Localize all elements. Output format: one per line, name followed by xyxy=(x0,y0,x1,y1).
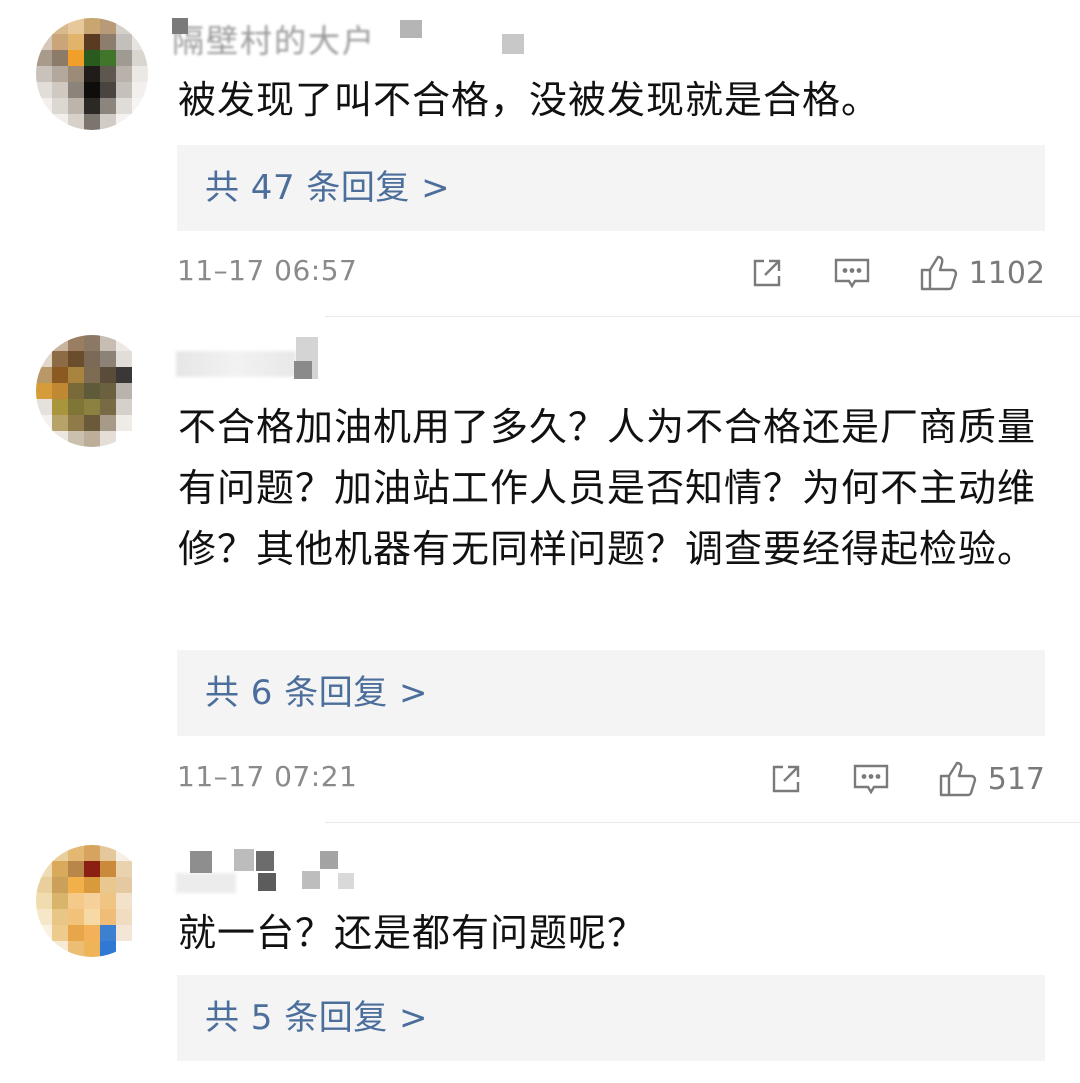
thumbs-up-icon xyxy=(920,255,957,291)
comment-text: 就一台？还是都有问题呢？ xyxy=(178,911,647,955)
thumbs-up-icon xyxy=(939,761,976,797)
view-replies-button[interactable]: 共 5 条回复 > xyxy=(177,975,1045,1061)
comment-meta: 11–17 07:21 517 xyxy=(177,754,1045,804)
timestamp: 11–17 07:21 xyxy=(177,760,358,793)
comment-button[interactable] xyxy=(833,255,871,291)
username-text: 隔壁村的大户 xyxy=(172,22,377,60)
replies-label: 共 5 条回复 > xyxy=(205,998,429,1038)
comment-item: 隔壁村的大户 被发现了叫不合格，没被发现就是合格。 共 47 条回复 > 11–… xyxy=(0,0,1080,317)
view-replies-button[interactable]: 共 47 条回复 > xyxy=(177,145,1045,231)
comment-meta: 11–17 06:57 1102 xyxy=(177,248,1045,298)
replies-label: 共 6 条回复 > xyxy=(205,673,429,713)
username[interactable]: 隔壁村的大户 xyxy=(172,18,524,60)
comment-actions: 1102 xyxy=(749,248,1045,298)
comment-button[interactable] xyxy=(852,761,890,797)
replies-label: 共 47 条回复 > xyxy=(205,168,451,208)
username[interactable] xyxy=(176,847,366,893)
comment-text: 被发现了叫不合格，没被发现就是合格。 xyxy=(178,78,881,122)
comment-actions: 517 xyxy=(768,754,1045,804)
like-count: 1102 xyxy=(968,255,1045,291)
avatar[interactable] xyxy=(36,335,148,447)
share-icon xyxy=(753,259,780,287)
like-count: 517 xyxy=(987,761,1045,797)
comment-item: 不合格加油机用了多久？人为不合格还是厂商质量有问题？加油站工作人员是否知情？为何… xyxy=(0,317,1080,823)
share-icon xyxy=(772,765,799,793)
share-button[interactable] xyxy=(768,761,804,797)
timestamp: 11–17 06:57 xyxy=(177,254,358,287)
like-button[interactable]: 517 xyxy=(938,760,1045,798)
view-replies-button[interactable]: 共 6 条回复 > xyxy=(177,650,1045,736)
username[interactable] xyxy=(176,337,326,379)
comment-icon xyxy=(853,764,888,795)
avatar[interactable] xyxy=(36,18,148,130)
comment-text: 不合格加油机用了多久？人为不合格还是厂商质量有问题？加油站工作人员是否知情？为何… xyxy=(178,405,1037,571)
like-button[interactable]: 1102 xyxy=(919,254,1045,292)
share-button[interactable] xyxy=(749,255,785,291)
comment-icon xyxy=(834,258,869,289)
avatar[interactable] xyxy=(36,845,148,957)
comment-item: 就一台？还是都有问题呢？ 共 5 条回复 > xyxy=(0,823,1080,1083)
